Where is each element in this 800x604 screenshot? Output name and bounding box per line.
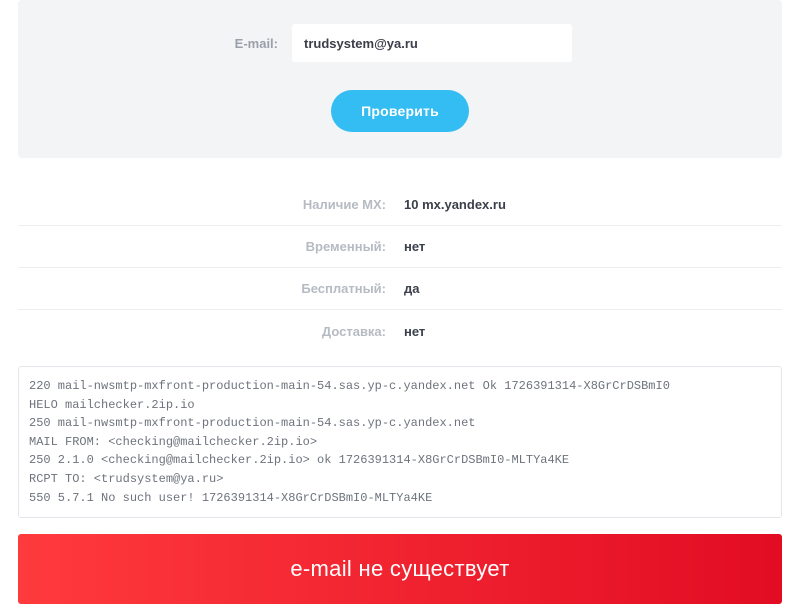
- status-banner: e-mail не существует: [18, 534, 782, 604]
- results-table: Наличие MX: 10 mx.yandex.ru Временный: н…: [18, 184, 782, 352]
- result-value: да: [400, 281, 782, 296]
- result-label: Наличие MX:: [18, 197, 400, 212]
- result-label: Бесплатный:: [18, 281, 400, 296]
- button-row: Проверить: [42, 90, 758, 132]
- email-field[interactable]: [292, 24, 572, 62]
- result-value: нет: [400, 239, 782, 254]
- email-row: E-mail:: [42, 24, 758, 62]
- result-row-free: Бесплатный: да: [18, 268, 782, 310]
- result-value: 10 mx.yandex.ru: [400, 197, 782, 212]
- result-row-delivery: Доставка: нет: [18, 310, 782, 352]
- email-label: E-mail:: [228, 36, 278, 51]
- result-row-temporary: Временный: нет: [18, 226, 782, 268]
- result-label: Доставка:: [18, 324, 400, 339]
- result-row-mx: Наличие MX: 10 mx.yandex.ru: [18, 184, 782, 226]
- result-label: Временный:: [18, 239, 400, 254]
- status-message: e-mail не существует: [290, 556, 509, 582]
- email-check-form: E-mail: Проверить: [18, 0, 782, 158]
- smtp-log: 220 mail-nwsmtp-mxfront-production-main-…: [18, 366, 782, 518]
- result-value: нет: [400, 324, 782, 339]
- check-button[interactable]: Проверить: [331, 90, 469, 132]
